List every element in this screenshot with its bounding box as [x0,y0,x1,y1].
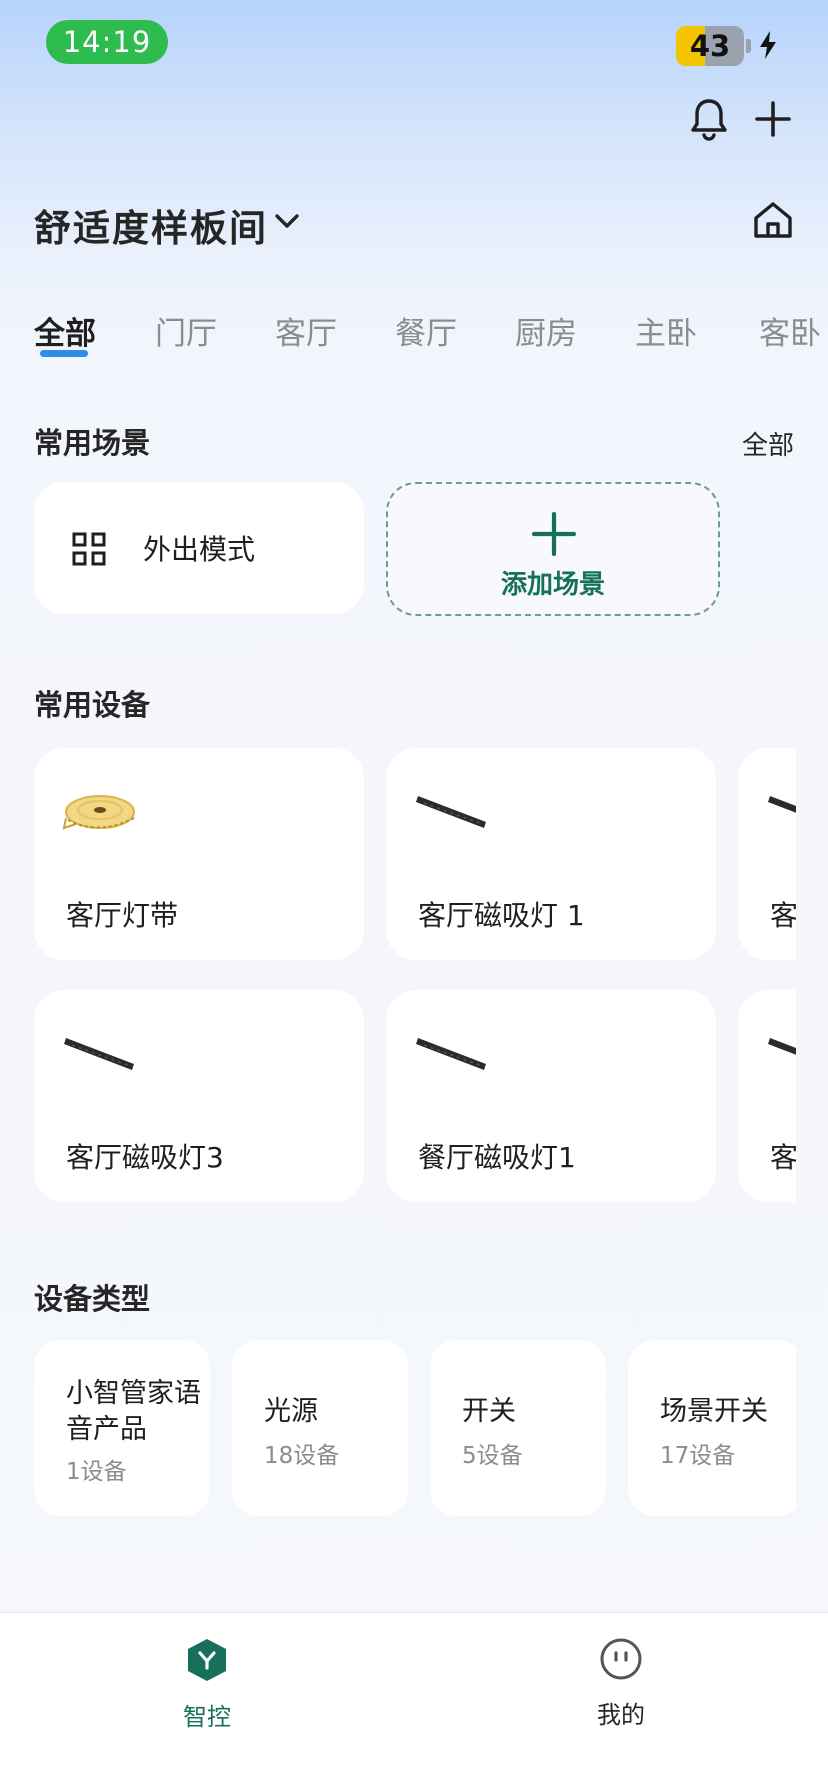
add-scene-button[interactable]: 添加场景 [386,482,720,616]
device-type-name: 小智管家语 音产品 [66,1376,201,1448]
tab-all[interactable]: 全部 [34,308,96,353]
device-type-card[interactable]: 光源 18设备 [232,1340,408,1516]
device-card[interactable]: 餐厅磁吸灯1 [386,990,716,1202]
tab-dining-room[interactable]: 餐厅 [395,308,457,353]
device-type-count: 18设备 [264,1443,340,1469]
scenes-see-all-link[interactable]: 全部 [742,425,794,462]
tab-kitchen[interactable]: 厨房 [515,308,577,353]
home-selector[interactable]: 舒适度样板间 [34,198,268,252]
nav-profile-label: 我的 [597,1701,645,1729]
device-types-section-title: 设备类型 [34,1282,151,1316]
device-type-list: 小智管家语 音产品 1设备 光源 18设备 开关 5设备 场景开关 17设备 [34,1340,796,1520]
device-label: 客厅磁吸灯3 [66,1141,224,1174]
add-icon[interactable] [754,100,792,138]
scenes-section-title: 常用场景 [34,426,151,460]
device-label: 客厅灯带 [66,899,179,932]
house-icon[interactable] [752,200,794,240]
plus-icon [531,511,577,557]
grid-icon [72,532,106,566]
charging-bolt-icon [760,31,776,59]
device-label: 餐厅磁吸灯1 [418,1141,576,1174]
tab-foyer[interactable]: 门厅 [155,308,217,353]
tab-active-indicator [40,350,88,357]
add-scene-label: 添加场景 [500,570,605,600]
device-card[interactable]: 客厅磁吸灯3 [34,990,364,1202]
nav-smart-control-label: 智控 [183,1703,231,1731]
battery-tip [746,39,751,53]
device-type-count: 5设备 [462,1443,523,1469]
device-type-name-line1: 小智管家语 [66,1378,201,1409]
track-light-icon [64,1038,134,1070]
device-card[interactable]: 客 [738,990,796,1202]
led-strip-icon [62,795,135,830]
track-light-icon [768,1038,796,1055]
tab-master-bedroom[interactable]: 主卧 [635,308,697,353]
nav-smart-control[interactable]: 智控 [137,1637,277,1732]
bell-icon[interactable] [688,96,730,142]
device-label: 客 [770,1141,796,1174]
battery-indicator: 43 [676,26,744,66]
device-label: 客厅磁吸灯 1 [418,899,585,932]
tab-living-room[interactable]: 客厅 [275,308,337,353]
scene-label: 外出模式 [143,533,256,566]
room-tabs: 全部 门厅 客厅 餐厅 厨房 主卧 客卧 [34,308,828,362]
nav-profile[interactable]: 我的 [551,1637,691,1730]
scene-card[interactable]: 外出模式 [34,482,364,614]
device-type-card[interactable]: 开关 5设备 [430,1340,606,1516]
battery-percent: 43 [689,29,731,63]
profile-face-icon [600,1638,642,1680]
devices-section-title: 常用设备 [34,688,151,722]
device-type-count: 17设备 [660,1443,736,1469]
chevron-down-icon[interactable] [274,212,300,230]
track-light-icon [416,796,486,828]
track-light-icon [768,796,796,813]
device-type-name: 光源 [264,1396,318,1427]
device-card[interactable]: 客厅灯带 [34,748,364,960]
device-type-name: 开关 [462,1396,516,1427]
tab-guest-bedroom[interactable]: 客卧 [759,308,821,353]
device-type-count: 1设备 [66,1459,127,1485]
device-type-card[interactable]: 场景开关 17设备 [628,1340,796,1516]
bottom-nav: 智控 我的 [0,1612,828,1792]
device-card[interactable]: 客 [738,748,796,960]
track-light-icon [416,1038,486,1070]
device-type-card[interactable]: 小智管家语 音产品 1设备 [34,1340,210,1516]
device-card[interactable]: 客厅磁吸灯 1 [386,748,716,960]
status-time: 14:19 [46,20,168,64]
device-grid: 客厅灯带 客厅磁吸灯 1 客 客厅磁吸灯3 餐厅磁吸灯1 客 [34,748,796,1208]
device-type-name-line2: 音产品 [66,1414,147,1445]
smart-control-hexagon-icon [188,1639,226,1681]
device-type-name: 场景开关 [660,1396,768,1427]
device-label: 客 [770,899,796,932]
